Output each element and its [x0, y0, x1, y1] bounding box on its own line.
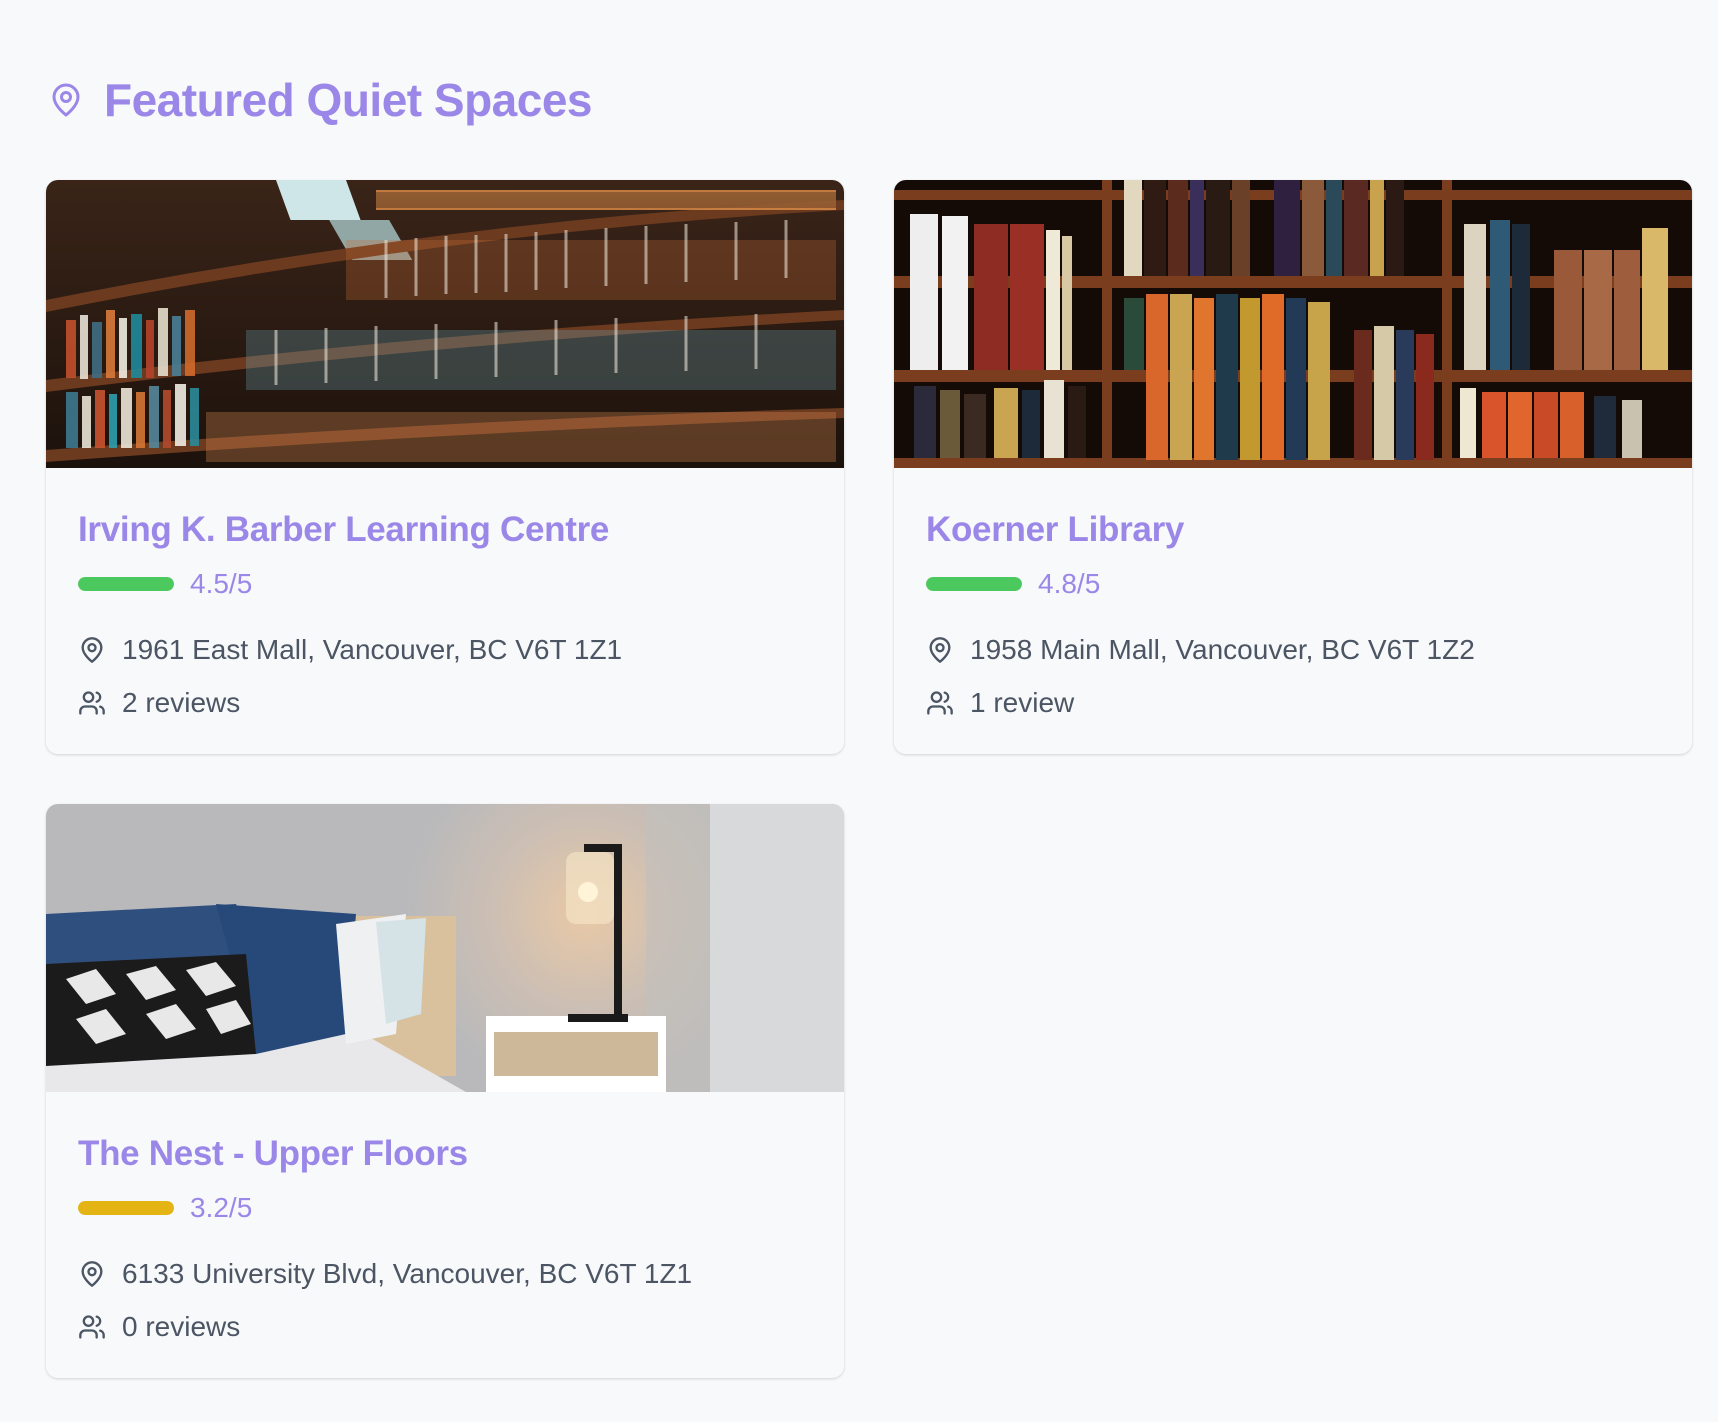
map-pin-icon: [52, 83, 80, 117]
address-text: 1961 East Mall, Vancouver, BC V6T 1Z1: [122, 634, 623, 665]
rating-value: 3.2/5: [190, 1192, 253, 1223]
space-card-body: Irving K. Barber Learning Centre 4.5/5 1…: [46, 508, 844, 723]
space-name[interactable]: Irving K. Barber Learning Centre: [78, 508, 812, 552]
address: 1961 East Mall, Vancouver, BC V6T 1Z1: [78, 630, 812, 670]
space-card-body: Koerner Library 4.8/5 1958 Main Mall, Va…: [894, 508, 1692, 723]
page-title: Featured Quiet Spaces: [104, 74, 593, 126]
rating-bar: [926, 577, 1022, 591]
rating-bar: [78, 1201, 174, 1215]
map-pin-icon: [929, 637, 951, 663]
space-image[interactable]: [46, 804, 844, 1092]
address: 1958 Main Mall, Vancouver, BC V6T 1Z2: [926, 630, 1660, 670]
map-pin-icon: [81, 637, 103, 663]
rating-bar-fill: [78, 577, 174, 591]
rating-value: 4.5/5: [190, 568, 253, 599]
review-count: 1 review: [926, 683, 1660, 723]
space-image[interactable]: [894, 180, 1692, 468]
rating-bar-fill: [78, 1201, 174, 1215]
page: Featured Quiet Spaces Irving K. Barber L…: [0, 0, 1718, 1422]
users-icon: [927, 691, 953, 715]
space-card[interactable]: Irving K. Barber Learning Centre 4.5/5 1…: [46, 180, 844, 754]
rating: 3.2/5: [78, 1190, 812, 1226]
rating: 4.5/5: [78, 566, 812, 602]
review-count: 0 reviews: [78, 1307, 812, 1347]
space-card[interactable]: The Nest - Upper Floors 3.2/5 6133 Unive…: [46, 804, 844, 1378]
space-name[interactable]: The Nest - Upper Floors: [78, 1132, 812, 1176]
review-count-text: 1 review: [970, 687, 1075, 718]
review-count: 2 reviews: [78, 683, 812, 723]
space-card[interactable]: Koerner Library 4.8/5 1958 Main Mall, Va…: [894, 180, 1692, 754]
rating: 4.8/5: [926, 566, 1660, 602]
space-name[interactable]: Koerner Library: [926, 508, 1660, 552]
review-count-text: 0 reviews: [122, 1311, 241, 1342]
review-count-text: 2 reviews: [122, 687, 241, 718]
address-text: 6133 University Blvd, Vancouver, BC V6T …: [122, 1258, 693, 1289]
space-card-body: The Nest - Upper Floors 3.2/5 6133 Unive…: [46, 1132, 844, 1347]
map-pin-icon: [81, 1261, 103, 1287]
users-icon: [79, 691, 105, 715]
address-text: 1958 Main Mall, Vancouver, BC V6T 1Z2: [970, 634, 1475, 665]
users-icon: [79, 1315, 105, 1339]
rating-bar: [78, 577, 174, 591]
rating-value: 4.8/5: [1038, 568, 1101, 599]
rating-bar-fill: [926, 577, 1022, 591]
section-header: Featured Quiet Spaces: [48, 70, 593, 130]
address: 6133 University Blvd, Vancouver, BC V6T …: [78, 1254, 812, 1294]
space-image[interactable]: [46, 180, 844, 468]
